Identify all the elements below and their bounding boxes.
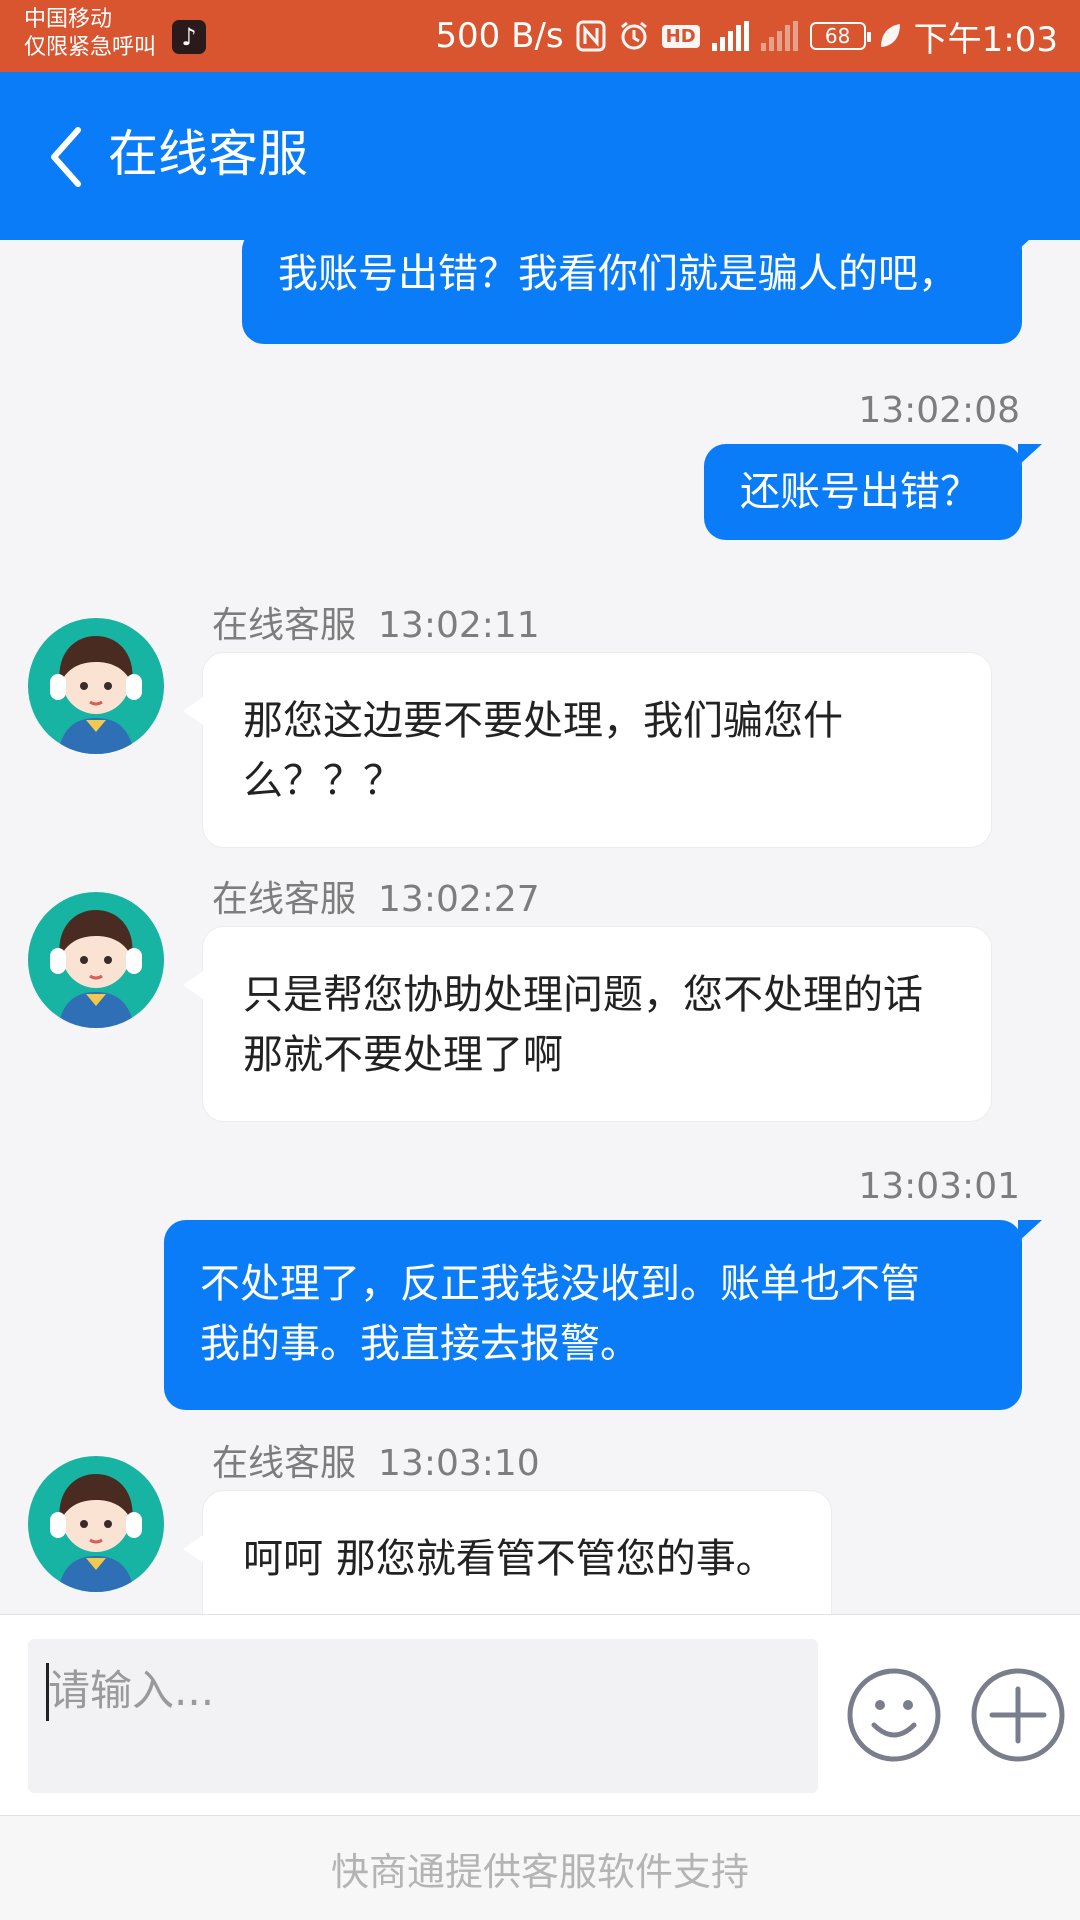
carrier-name: 中国移动 bbox=[24, 7, 113, 32]
input-bar: 请输入... bbox=[0, 1614, 1080, 1816]
message-time: 13:02:11 bbox=[378, 605, 540, 646]
message-text-line: 我的事。我直接去报警。 bbox=[200, 1321, 640, 1367]
message-text-line: 那就不要处理了啊 bbox=[243, 1032, 563, 1078]
message-text: 呵呵 那您就看管不管您的事。 bbox=[243, 1536, 776, 1582]
back-button[interactable] bbox=[44, 122, 94, 192]
chevron-left-icon bbox=[51, 127, 81, 187]
agent-avatar[interactable] bbox=[28, 892, 164, 1028]
status-bar: 中国移动 仅限紧急呼叫 ♪ 500 B/s HD 68 下午1:03 bbox=[0, 0, 1080, 72]
no-sim-signal-icon bbox=[760, 21, 798, 51]
status-icons: 500 B/s HD 68 下午1:03 bbox=[435, 14, 1058, 60]
alarm-icon bbox=[618, 20, 650, 52]
message-time: 13:03:10 bbox=[378, 1443, 540, 1484]
app-header: 在线客服 bbox=[0, 72, 1080, 240]
message-input[interactable]: 请输入... bbox=[28, 1639, 818, 1793]
text-caret bbox=[46, 1663, 49, 1721]
net-speed: 500 B/s bbox=[435, 16, 564, 56]
message-text-line: 那您这边要不要处理，我们骗您什 bbox=[243, 698, 843, 744]
page-title: 在线客服 bbox=[108, 125, 308, 183]
message-bubble-incoming[interactable]: 只是帮您协助处理问题，您不处理的话 那就不要处理了啊 bbox=[183, 926, 992, 1122]
message-bubble-incoming[interactable]: 那您这边要不要处理，我们骗您什 么？？？ bbox=[183, 652, 992, 848]
message-meta: 在线客服 13:02:11 bbox=[212, 596, 540, 648]
message-meta: 在线客服 13:03:10 bbox=[212, 1434, 540, 1486]
message-time: 13:02:27 bbox=[378, 879, 540, 920]
message-bubble-outgoing[interactable]: 不处理了，反正我钱没收到。账单也不管 我的事。我直接去报警。 bbox=[164, 1220, 1042, 1410]
message-bubble-outgoing[interactable]: 还账号出错？ bbox=[704, 444, 1042, 540]
message-text-line: 么？？？ bbox=[243, 758, 403, 804]
battery-level: 68 bbox=[824, 24, 851, 48]
clock: 下午1:03 bbox=[913, 19, 1058, 60]
plus-button[interactable] bbox=[970, 1667, 1066, 1763]
agent-avatar[interactable] bbox=[28, 1456, 164, 1592]
plus-circle-icon bbox=[971, 1668, 1065, 1762]
input-placeholder: 请输入... bbox=[48, 1666, 215, 1715]
message-bubble-incoming[interactable]: 呵呵 那您就看管不管您的事。 bbox=[183, 1490, 832, 1614]
sender-name: 在线客服 bbox=[212, 879, 357, 920]
powered-by-footer: 快商通提供客服软件支持 bbox=[0, 1816, 1080, 1920]
nfc-icon bbox=[576, 20, 606, 52]
sender-name: 在线客服 bbox=[212, 605, 357, 646]
hd-icon: HD bbox=[661, 24, 700, 48]
agent-avatar[interactable] bbox=[28, 618, 164, 754]
sender-name: 在线客服 bbox=[212, 1443, 357, 1484]
message-text: 还账号出错？ bbox=[740, 469, 980, 515]
leaf-icon bbox=[878, 22, 902, 50]
chat-message-list[interactable]: 我账号出错？我看你们就是骗人的吧， 13:02:08 还账号出错？ 在线客服 13… bbox=[0, 240, 1080, 1614]
carrier-info: 中国移动 仅限紧急呼叫 bbox=[24, 6, 156, 62]
tiktok-icon: ♪ bbox=[172, 20, 206, 54]
message-text-line: 不处理了，反正我钱没收到。账单也不管 bbox=[200, 1261, 920, 1307]
message-time: 13:02:08 bbox=[858, 390, 1020, 431]
message-meta: 在线客服 13:02:27 bbox=[212, 870, 540, 922]
smiley-icon bbox=[847, 1668, 941, 1762]
footer-text: 快商通提供客服软件支持 bbox=[330, 1849, 749, 1894]
message-time: 13:03:01 bbox=[858, 1166, 1020, 1207]
message-bubble-outgoing[interactable]: 我账号出错？我看你们就是骗人的吧， bbox=[242, 240, 1042, 344]
message-text: 我账号出错？我看你们就是骗人的吧， bbox=[278, 251, 958, 297]
battery-icon: 68 bbox=[809, 22, 871, 50]
emoji-button[interactable] bbox=[846, 1667, 942, 1763]
4g-signal-icon bbox=[711, 21, 749, 51]
message-text-line: 只是帮您协助处理问题，您不处理的话 bbox=[243, 972, 923, 1018]
emergency-only-label: 仅限紧急呼叫 bbox=[24, 35, 157, 60]
